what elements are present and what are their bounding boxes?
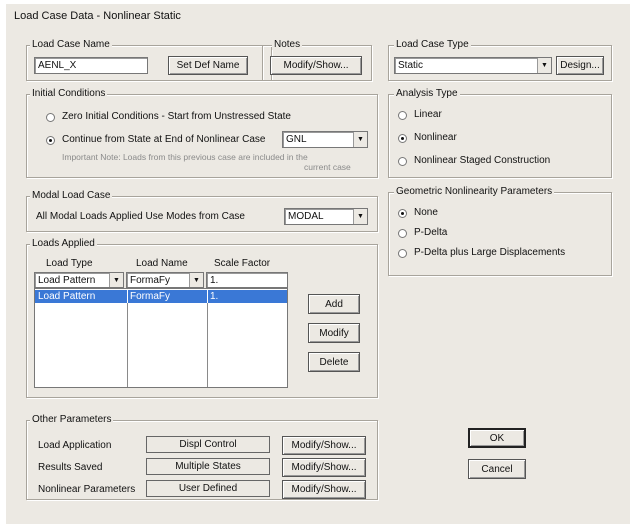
- geom-pdelta-large-label: P-Delta plus Large Displacements: [414, 247, 566, 258]
- set-def-name-button[interactable]: Set Def Name: [168, 56, 248, 75]
- results-saved-modify-button[interactable]: Modify/Show...: [282, 458, 366, 477]
- chevron-down-icon[interactable]: ▼: [189, 273, 203, 287]
- modal-case-value: MODAL: [288, 211, 324, 222]
- load-type-value: Load Pattern: [38, 274, 96, 286]
- load-name-select[interactable]: FormaFy ▼: [126, 272, 204, 288]
- column-divider: [127, 303, 128, 387]
- geom-pdelta-large-radio[interactable]: [398, 249, 407, 258]
- dialog-title: Load Case Data - Nonlinear Static: [14, 10, 181, 22]
- ok-button[interactable]: OK: [468, 428, 526, 448]
- initial-conditions-label: Initial Conditions: [30, 88, 108, 99]
- nonlinear-parameters-value: User Defined: [146, 480, 270, 497]
- zero-initial-label: Zero Initial Conditions - Start from Uns…: [62, 111, 291, 122]
- analysis-nonlinear-radio[interactable]: [398, 134, 407, 143]
- add-load-button[interactable]: Add: [308, 294, 360, 314]
- cancel-button[interactable]: Cancel: [468, 459, 526, 479]
- continue-state-radio[interactable]: [46, 136, 55, 145]
- load-name-header: Load Name: [136, 258, 188, 269]
- modal-load-case-text: All Modal Loads Applied Use Modes from C…: [36, 211, 245, 222]
- nonlinear-parameters-modify-button[interactable]: Modify/Show...: [282, 480, 366, 499]
- analysis-type-label: Analysis Type: [394, 88, 460, 99]
- important-note-line1: Important Note: Loads from this previous…: [62, 152, 308, 162]
- delete-load-button[interactable]: Delete: [308, 352, 360, 372]
- modal-load-case-label: Modal Load Case: [30, 190, 113, 201]
- chevron-down-icon[interactable]: ▼: [353, 132, 367, 147]
- load-type-header: Load Type: [46, 258, 93, 269]
- geom-none-label: None: [414, 207, 438, 218]
- geom-none-radio[interactable]: [398, 209, 407, 218]
- other-parameters-label: Other Parameters: [30, 414, 114, 425]
- column-divider: [207, 303, 208, 387]
- results-saved-value: Multiple States: [146, 458, 270, 475]
- zero-initial-radio[interactable]: [46, 113, 55, 122]
- scale-factor-header: Scale Factor: [214, 258, 271, 269]
- loads-list[interactable]: Load Pattern FormaFy 1.: [34, 288, 288, 388]
- load-case-type-value: Static: [398, 60, 424, 71]
- design-button[interactable]: Design...: [556, 56, 604, 75]
- load-application-label: Load Application: [38, 440, 112, 451]
- nonlinear-parameters-label: Nonlinear Parameters: [38, 484, 136, 495]
- load-name-value: FormaFy: [130, 274, 170, 286]
- important-note-line2: current case: [304, 162, 351, 172]
- modal-case-select[interactable]: MODAL ▼: [284, 208, 368, 225]
- results-saved-label: Results Saved: [38, 462, 103, 473]
- load-case-type-label: Load Case Type: [394, 39, 471, 50]
- loads-applied-label: Loads Applied: [30, 238, 97, 249]
- analysis-staged-radio[interactable]: [398, 157, 407, 166]
- notes-label: Notes: [272, 39, 303, 50]
- row-scale-factor: 1.: [207, 290, 287, 303]
- continue-case-select[interactable]: GNL ▼: [282, 131, 368, 148]
- analysis-nonlinear-label: Nonlinear: [414, 132, 457, 143]
- row-load-type: Load Pattern: [38, 291, 96, 302]
- load-application-value: Displ Control: [146, 436, 270, 453]
- geometric-nonlinearity-label: Geometric Nonlinearity Parameters: [394, 186, 555, 197]
- scale-factor-input[interactable]: 1.: [206, 272, 288, 288]
- analysis-linear-label: Linear: [414, 109, 442, 120]
- chevron-down-icon[interactable]: ▼: [353, 209, 367, 224]
- continue-state-label: Continue from State at End of Nonlinear …: [62, 134, 266, 145]
- continue-case-value: GNL: [286, 134, 307, 145]
- row-load-name: FormaFy: [127, 290, 205, 303]
- load-case-name-label: Load Case Name: [30, 39, 112, 50]
- analysis-linear-radio[interactable]: [398, 111, 407, 120]
- load-case-name-input[interactable]: AENL_X: [34, 57, 148, 74]
- chevron-down-icon[interactable]: ▼: [537, 58, 551, 73]
- notes-modify-show-button[interactable]: Modify/Show...: [270, 56, 362, 75]
- geom-pdelta-radio[interactable]: [398, 229, 407, 238]
- load-type-select[interactable]: Load Pattern ▼: [34, 272, 124, 288]
- geom-pdelta-label: P-Delta: [414, 227, 448, 238]
- analysis-staged-label: Nonlinear Staged Construction: [414, 155, 551, 166]
- load-case-type-select[interactable]: Static ▼: [394, 57, 552, 74]
- modify-load-button[interactable]: Modify: [308, 323, 360, 343]
- chevron-down-icon[interactable]: ▼: [109, 273, 123, 287]
- load-application-modify-button[interactable]: Modify/Show...: [282, 436, 366, 455]
